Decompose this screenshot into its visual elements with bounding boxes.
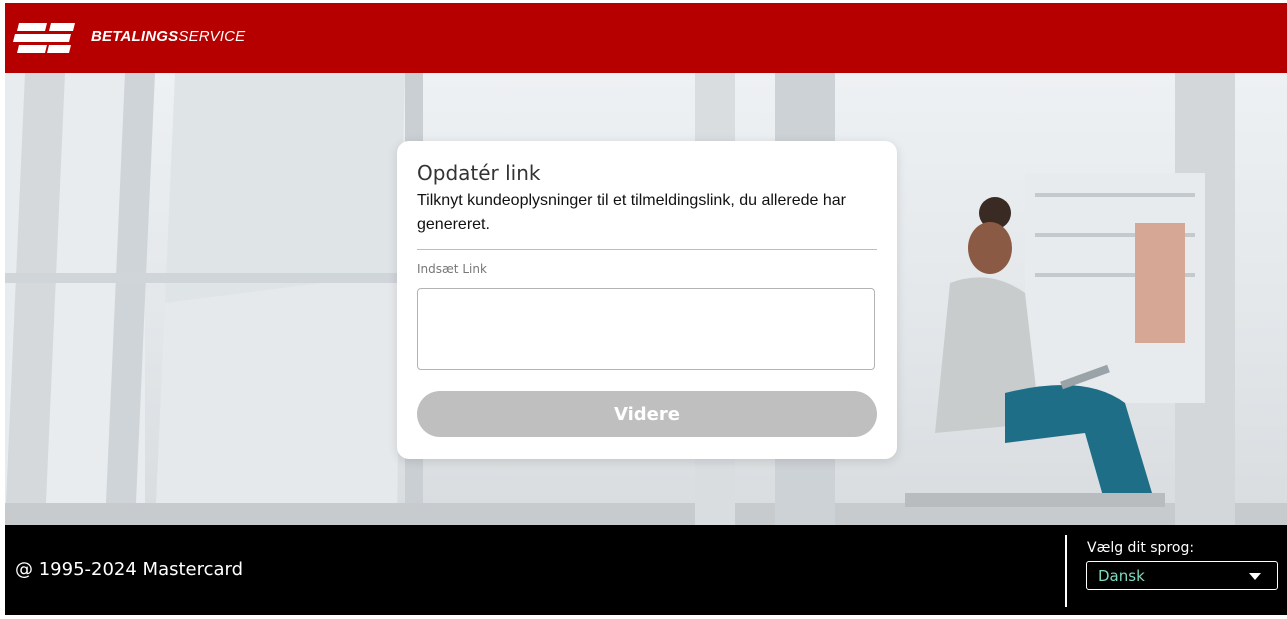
next-button[interactable]: Videre [417,391,877,437]
page-frame: BETALINGSSERVICE Opdatér link Tilknyt ku… [5,3,1287,615]
betalingsservice-logo-icon[interactable] [13,21,77,57]
update-link-card: Opdatér link Tilknyt kundeoplysninger ti… [397,141,897,459]
top-header: BETALINGSSERVICE [5,3,1287,73]
language-select[interactable]: Dansk [1086,561,1278,590]
card-divider [417,249,877,250]
footer-divider [1065,535,1067,607]
copyright-text: @ 1995-2024 Mastercard [15,559,244,580]
hero-background: Opdatér link Tilknyt kundeoplysninger ti… [5,73,1287,525]
chevron-down-icon[interactable] [1249,573,1261,580]
card-title: Opdatér link [417,161,541,185]
language-selected-value: Dansk [1098,567,1145,585]
link-input[interactable] [417,288,875,370]
language-label: Vælg dit sprog: [1087,540,1195,556]
brand-light: SERVICE [178,28,246,45]
footer: @ 1995-2024 Mastercard Vælg dit sprog: D… [5,525,1287,615]
card-description: Tilknyt kundeoplysninger til et tilmeldi… [417,192,846,233]
brand-name: BETALINGSSERVICE [91,28,245,45]
link-field-label: Indsæt Link [417,262,487,276]
brand-bold: BETALINGS [91,28,179,45]
